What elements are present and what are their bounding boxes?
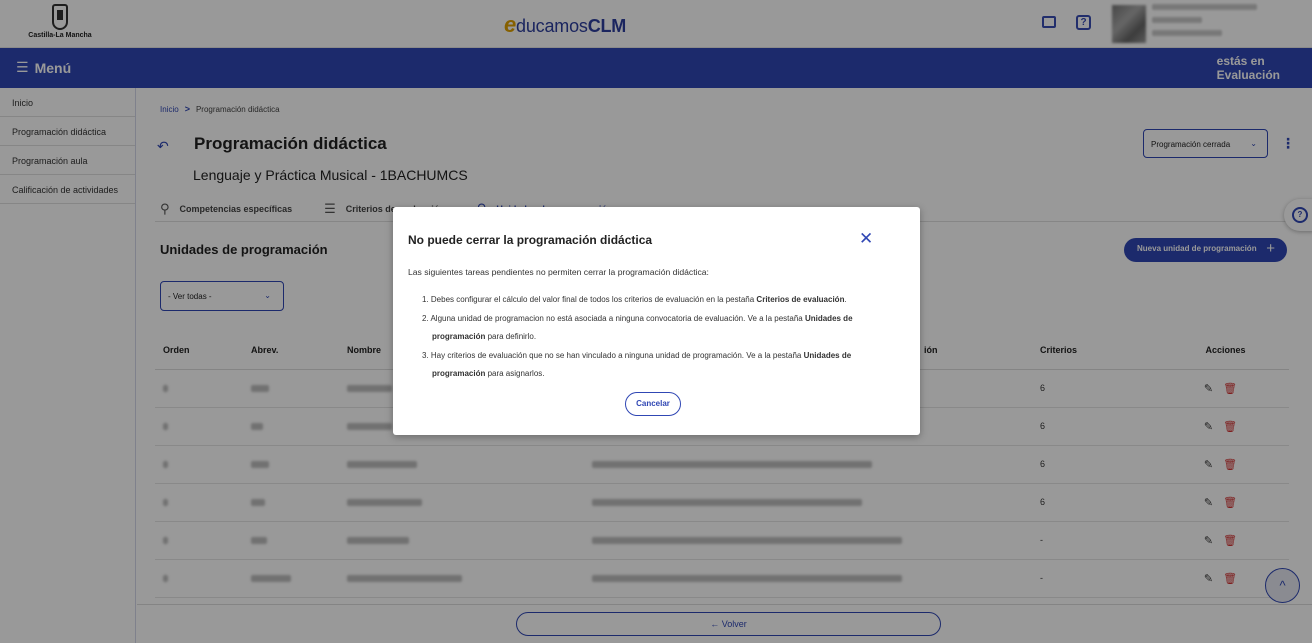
pending-tasks-list: 1. Debes configurar el cálculo del valor… — [422, 291, 892, 384]
list-item: 2. Alguna unidad de programacion no está… — [422, 314, 853, 341]
list-item: 3. Hay criterios de evaluación que no se… — [422, 351, 852, 378]
cannot-close-dialog: No puede cerrar la programación didáctic… — [393, 207, 920, 435]
close-icon[interactable]: ✕ — [859, 229, 873, 249]
list-item: 1. Debes configurar el cálculo del valor… — [422, 295, 847, 304]
cancel-button[interactable]: Cancelar — [625, 392, 681, 416]
dialog-title: No puede cerrar la programación didáctic… — [408, 233, 653, 247]
dialog-intro: Las siguientes tareas pendientes no perm… — [408, 267, 709, 277]
